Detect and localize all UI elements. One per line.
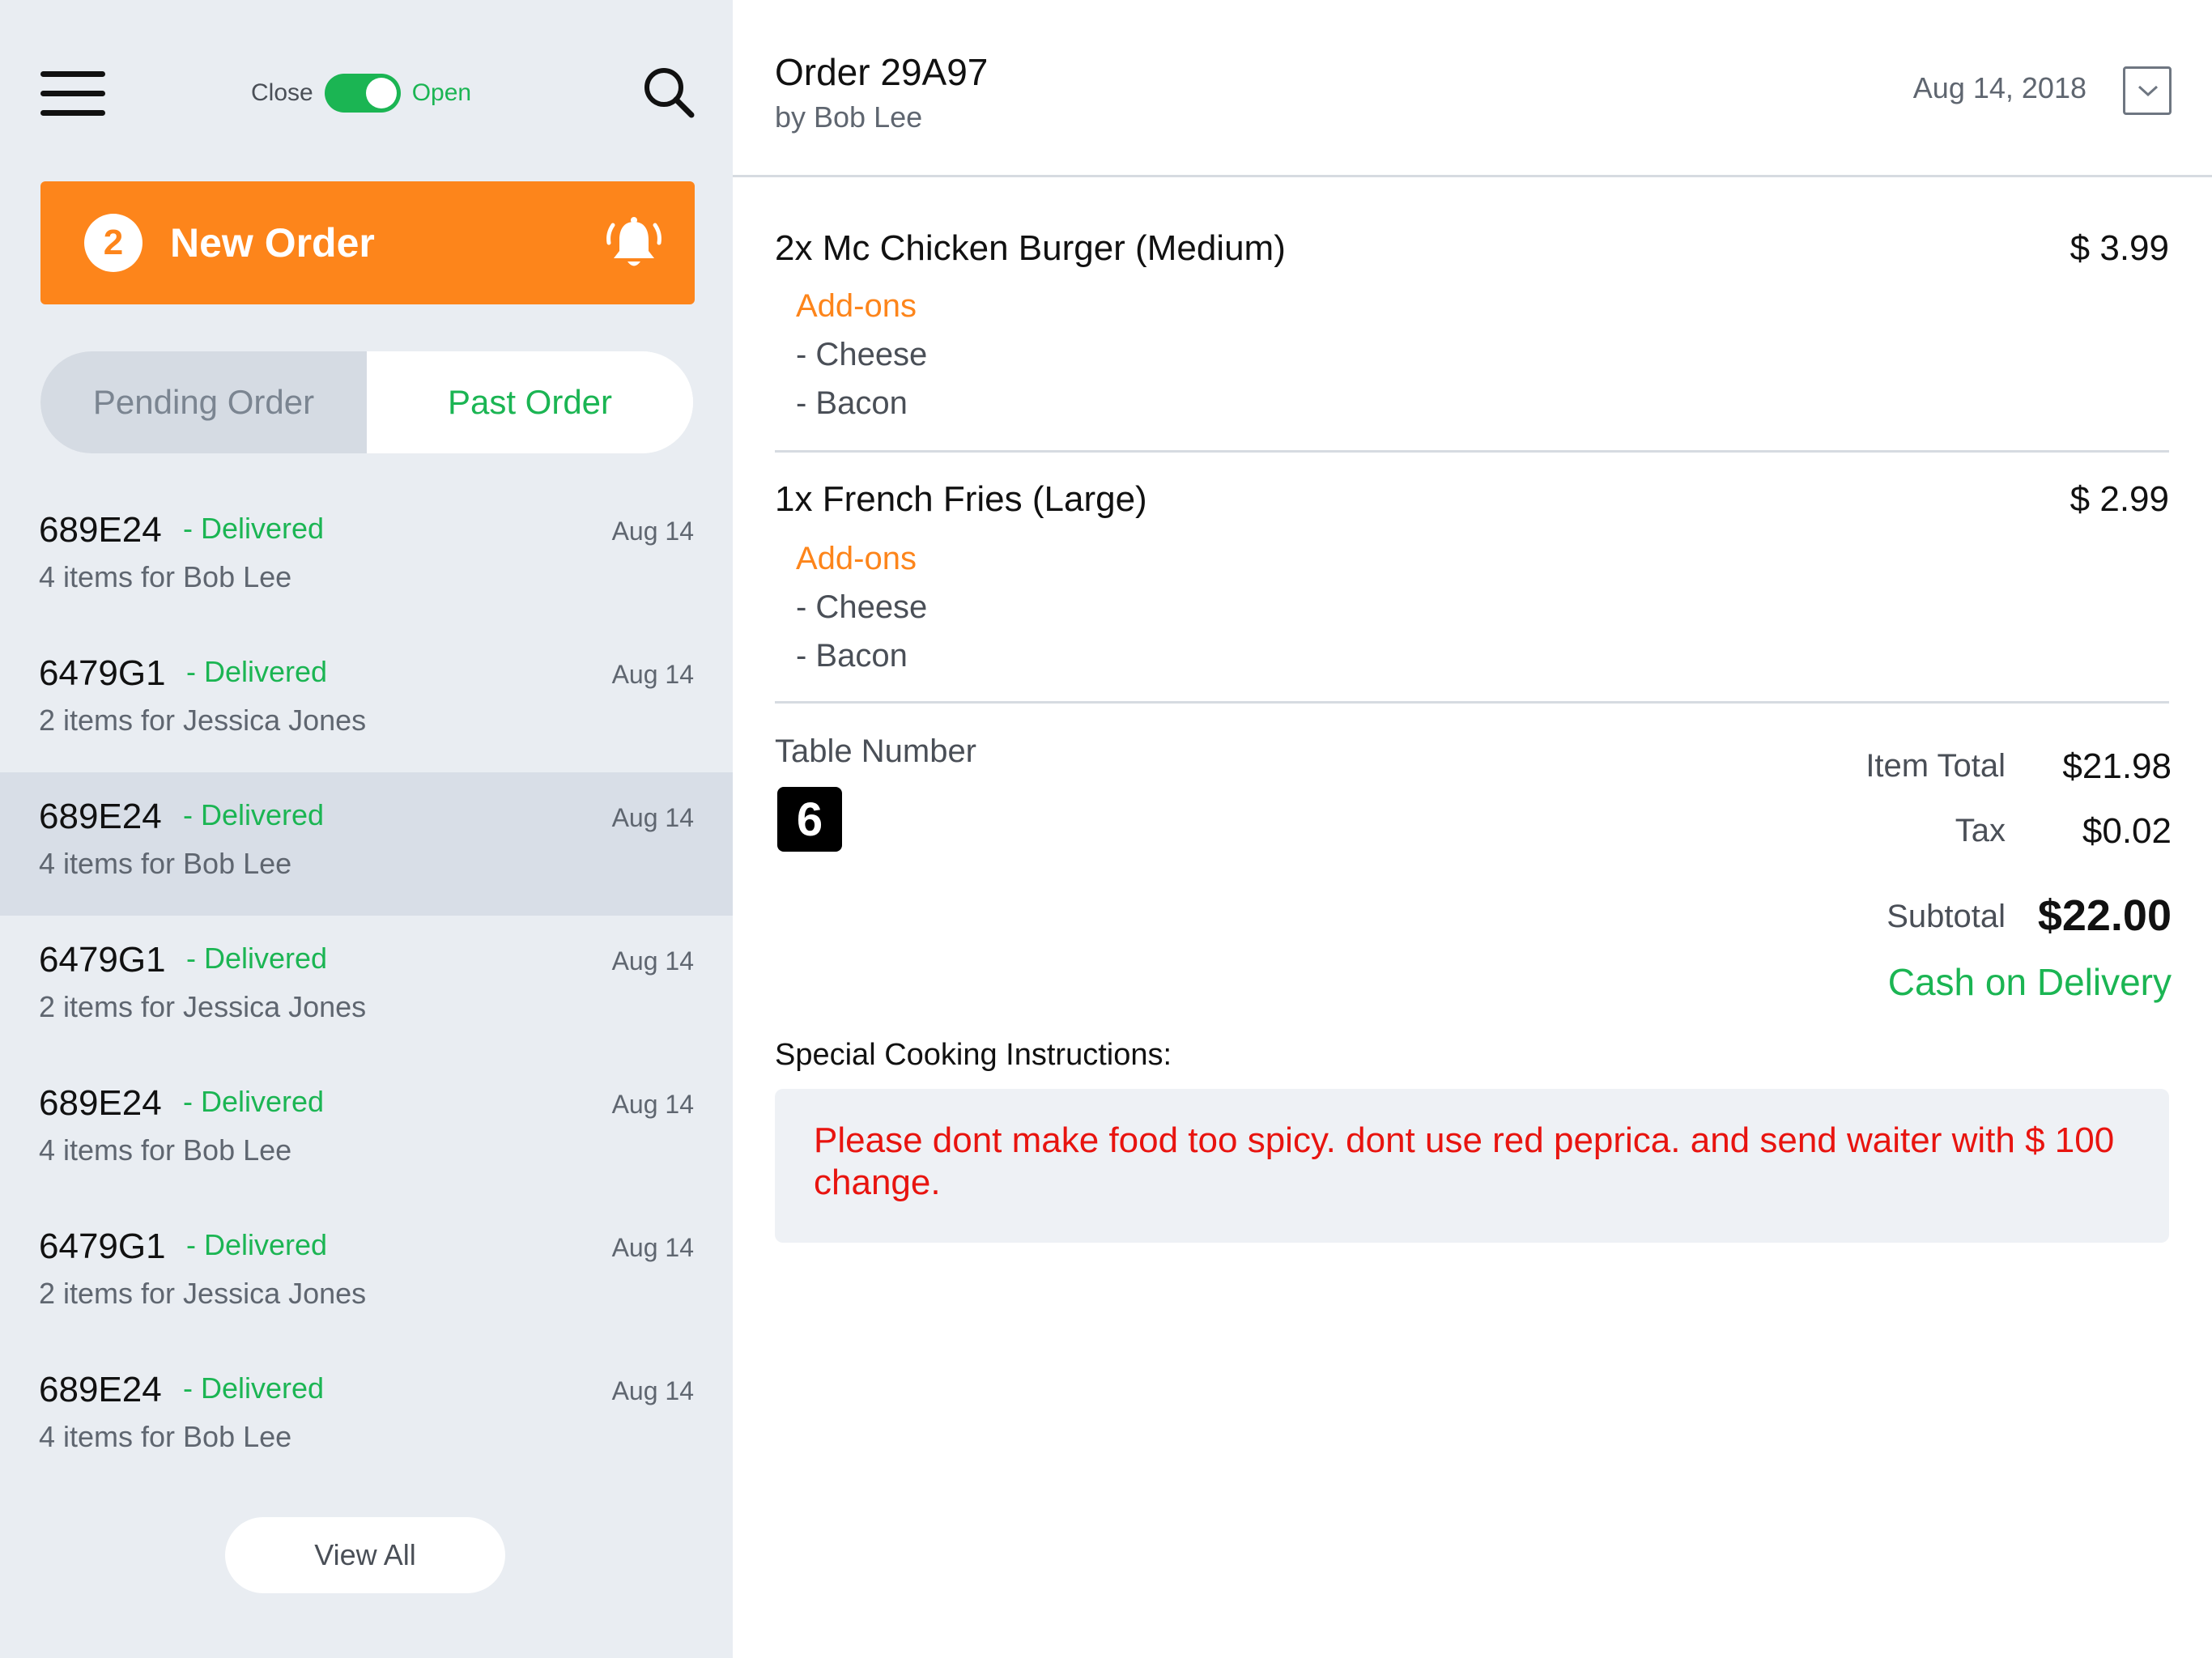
order-summary: 2 items for Jessica Jones (39, 1277, 367, 1310)
order-status: - Delivered (183, 512, 325, 545)
order-date: Aug 14 (611, 660, 694, 689)
tax-value: $0.02 (2082, 811, 2172, 851)
order-code: 6479G1 (39, 940, 166, 980)
bell-icon (606, 217, 661, 266)
subtotal-label: Subtotal (1887, 899, 2006, 934)
chevron-down-icon (2138, 85, 2159, 97)
tab-past-order[interactable]: Past Order (367, 351, 693, 453)
subtotal-value: $22.00 (2037, 891, 2172, 940)
sidebar: Close Open 2 New Order Pending Order Pas… (0, 0, 733, 1658)
order-list-item[interactable]: 6479G1 - Delivered 2 items for Jessica J… (0, 629, 733, 772)
order-date: Aug 14 (611, 1090, 694, 1119)
toggle-open-label: Open (411, 79, 472, 106)
new-order-count-badge: 2 (84, 214, 143, 272)
new-order-button[interactable]: 2 New Order (40, 181, 695, 304)
order-date: Aug 14 (611, 946, 694, 976)
item-total-label: Item Total (1865, 748, 2006, 784)
order-status: - Delivered (186, 1228, 328, 1261)
order-list-item[interactable]: 689E24 - Delivered 4 items for Bob Lee A… (0, 1059, 733, 1202)
order-summary: 4 items for Bob Lee (39, 560, 292, 593)
order-code: 6479G1 (39, 1226, 166, 1266)
tax-label: Tax (1955, 813, 2006, 848)
addons-label: Add-ons (796, 541, 917, 576)
order-summary: 4 items for Bob Lee (39, 1420, 292, 1453)
order-list-item[interactable]: 689E24 - Delivered 4 items for Bob Lee A… (0, 1346, 733, 1489)
table-number-label: Table Number (775, 733, 977, 769)
order-code: 6479G1 (39, 653, 166, 693)
store-open-toggle[interactable] (324, 74, 401, 113)
order-code: 689E24 (39, 1083, 162, 1123)
order-list-item-selected[interactable]: 689E24 - Delivered 4 items for Bob Lee A… (0, 772, 733, 916)
item-divider (775, 450, 2169, 453)
addon-option: - Bacon (796, 638, 908, 674)
item-divider (775, 701, 2169, 704)
order-list: 689E24 - Delivered 4 items for Bob Lee A… (0, 486, 733, 1489)
order-date: Aug 14 (611, 1233, 694, 1262)
order-summary: 4 items for Bob Lee (39, 1133, 292, 1167)
table-number-badge: 6 (777, 787, 842, 852)
order-status: - Delivered (186, 655, 328, 688)
special-instructions-label: Special Cooking Instructions: (775, 1038, 1172, 1072)
order-date: Aug 14, 2018 (1912, 71, 2087, 104)
order-status: - Delivered (183, 1085, 325, 1118)
order-line-item: 1x French Fries (Large) $ 2.99 Add-ons -… (775, 479, 2169, 682)
special-instructions-box: Please dont make food too spicy. dont us… (775, 1089, 2169, 1243)
item-name: 1x French Fries (Large) (775, 479, 1147, 519)
header-divider (733, 175, 2212, 177)
view-all-button[interactable]: View All (225, 1517, 505, 1593)
hamburger-menu-icon[interactable] (40, 71, 105, 117)
tab-pending-order[interactable]: Pending Order (40, 351, 367, 453)
toggle-knob (365, 78, 397, 108)
order-list-item[interactable]: 689E24 - Delivered 4 items for Bob Lee A… (0, 486, 733, 629)
toggle-close-label: Close (251, 79, 313, 106)
addon-option: - Bacon (796, 385, 908, 421)
addon-option: - Cheese (796, 589, 928, 625)
order-list-item[interactable]: 6479G1 - Delivered 2 items for Jessica J… (0, 1202, 733, 1346)
order-status: - Delivered (183, 798, 325, 831)
order-summary: 4 items for Bob Lee (39, 847, 292, 880)
order-code: 689E24 (39, 1370, 162, 1409)
order-code: 689E24 (39, 510, 162, 550)
item-price: $ 2.99 (2069, 479, 2169, 519)
order-customer: by Bob Lee (775, 100, 923, 134)
order-list-item[interactable]: 6479G1 - Delivered 2 items for Jessica J… (0, 916, 733, 1059)
order-options-dropdown[interactable] (2123, 66, 2172, 115)
order-title: Order 29A97 (775, 51, 989, 93)
new-order-label: New Order (170, 220, 375, 266)
item-total-value: $21.98 (2062, 746, 2172, 786)
order-status-tabs: Pending Order Past Order (40, 351, 693, 453)
item-price: $ 3.99 (2069, 228, 2169, 268)
item-name: 2x Mc Chicken Burger (Medium) (775, 228, 1286, 268)
order-detail-panel: Order 29A97 by Bob Lee Aug 14, 2018 2x M… (733, 0, 2212, 1658)
order-summary: 2 items for Jessica Jones (39, 704, 367, 737)
addon-option: - Cheese (796, 337, 928, 372)
order-code: 689E24 (39, 797, 162, 836)
order-status: - Delivered (186, 942, 328, 975)
special-instructions-text: Please dont make food too spicy. dont us… (814, 1120, 2115, 1202)
search-icon[interactable] (641, 65, 696, 120)
order-line-item: 2x Mc Chicken Burger (Medium) $ 3.99 Add… (775, 228, 2169, 431)
addons-label: Add-ons (796, 288, 917, 324)
order-date: Aug 14 (611, 1376, 694, 1405)
payment-method: Cash on Delivery (1887, 961, 2172, 1003)
order-status: - Delivered (183, 1371, 325, 1405)
store-open-toggle-group: Close Open (251, 73, 471, 113)
order-summary: 2 items for Jessica Jones (39, 990, 367, 1023)
order-date: Aug 14 (611, 803, 694, 832)
order-date: Aug 14 (611, 517, 694, 546)
